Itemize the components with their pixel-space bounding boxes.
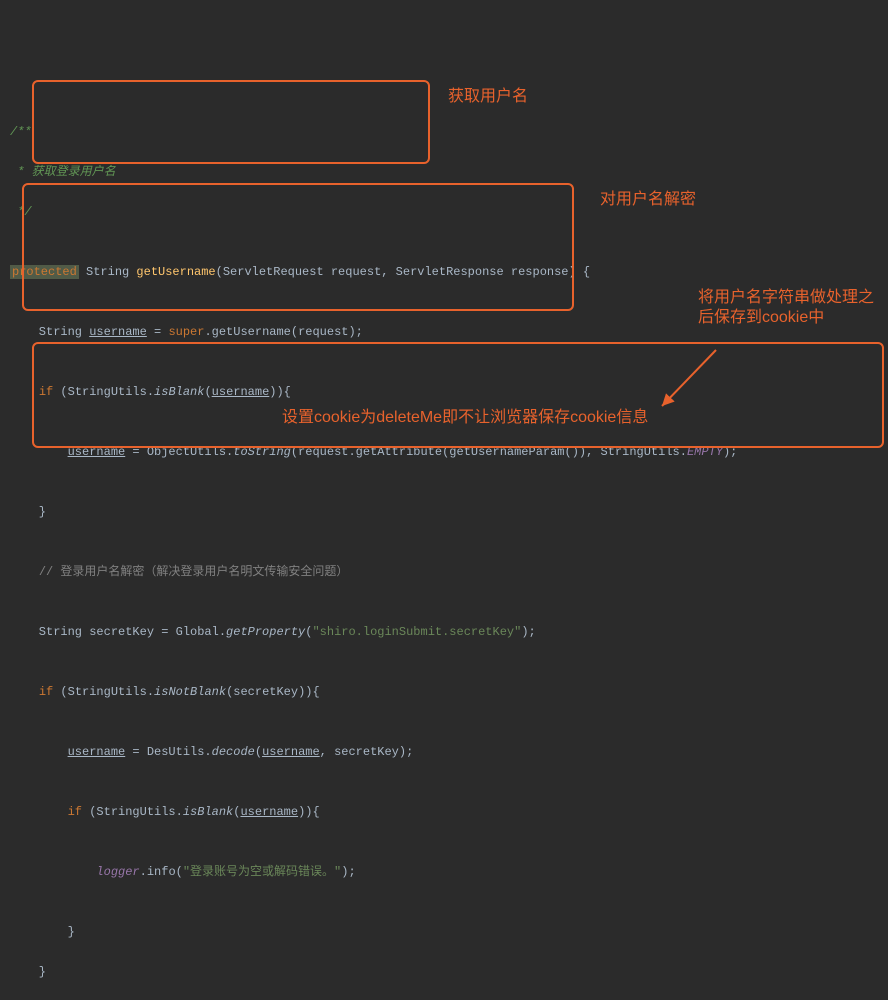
code-line: username = DesUtils.decode(username, sec… xyxy=(10,742,888,762)
doc-comment: * 获取登录用户名 xyxy=(10,165,116,179)
keyword-protected: protected xyxy=(10,265,79,279)
string-literal: "shiro.loginSubmit.secretKey" xyxy=(312,625,521,639)
code-line: logger.info("登录账号为空或解码错误。"); xyxy=(10,862,888,882)
code-line: if (StringUtils.isNotBlank(secretKey)){ xyxy=(10,682,888,702)
method-name: getUsername xyxy=(136,265,215,279)
code-line: */ xyxy=(10,202,888,222)
field-logger: logger xyxy=(96,865,139,879)
doc-comment: /** xyxy=(10,125,32,139)
code-line: String username = super.getUsername(requ… xyxy=(10,322,888,342)
code-editor[interactable]: /** * 获取登录用户名 */ protected String getUse… xyxy=(0,80,888,1000)
code-line: username = ObjectUtils.toString(request.… xyxy=(10,442,888,462)
code-line: * 获取登录用户名 xyxy=(10,162,888,182)
code-line: String secretKey = Global.getProperty("s… xyxy=(10,622,888,642)
code-line: } xyxy=(10,922,888,942)
string-literal: "登录账号为空或解码错误。" xyxy=(183,865,341,879)
code-line: // 登录用户名解密（解决登录用户名明文传输安全问题） xyxy=(10,562,888,582)
code-line: if (StringUtils.isBlank(username)){ xyxy=(10,382,888,402)
doc-comment: */ xyxy=(10,205,32,219)
code-line: } xyxy=(10,962,888,982)
code-line: protected String getUsername(ServletRequ… xyxy=(10,262,888,282)
code-line: } xyxy=(10,502,888,522)
code-line: if (StringUtils.isBlank(username)){ xyxy=(10,802,888,822)
code-line: /** xyxy=(10,122,888,142)
line-comment: // 登录用户名解密（解决登录用户名明文传输安全问题） xyxy=(39,565,349,579)
